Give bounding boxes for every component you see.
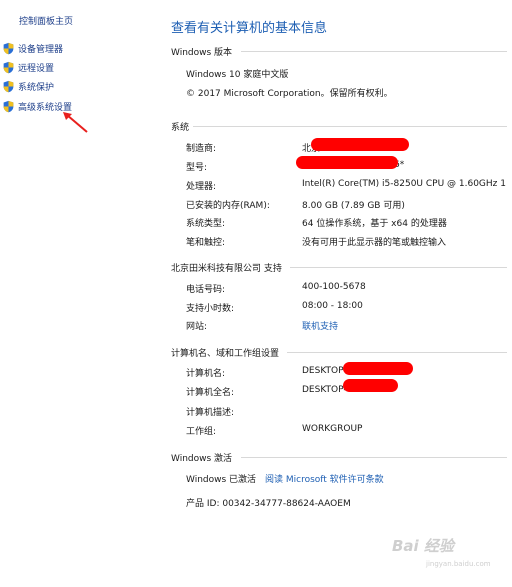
redaction-mark: [296, 156, 398, 169]
section-heading-activation: Windows 激活: [171, 454, 233, 464]
redaction-mark: [311, 138, 409, 151]
pen-touch-value: 没有可用于此显示器的笔或触控输入: [302, 238, 447, 248]
workgroup-label: 工作组:: [186, 427, 217, 437]
section-divider: [193, 126, 507, 127]
section-divider: [241, 51, 507, 52]
sidebar-item-remote-settings[interactable]: 远程设置: [2, 60, 54, 74]
windows-edition-text: Windows 10 家庭中文版: [186, 70, 289, 80]
computer-name-value: DESKTOP: [302, 366, 344, 376]
manufacturer-label: 制造商:: [186, 144, 217, 154]
processor-value: Intel(R) Core(TM) i5-8250U CPU @ 1.60GHz…: [302, 179, 506, 189]
support-hours-label: 支持小时数:: [186, 304, 235, 314]
online-support-link[interactable]: 联机支持: [302, 319, 338, 332]
section-divider: [290, 267, 507, 268]
section-heading-computer-name: 计算机名、域和工作组设置: [171, 349, 280, 359]
baidu-watermark-url: jingyan.baidu.com: [426, 560, 491, 568]
sidebar-item-label: 远程设置: [18, 63, 55, 74]
support-hours-value: 08:00 - 18:00: [302, 301, 363, 311]
phone-label: 电话号码:: [186, 285, 226, 295]
baidu-watermark: Bai 经验: [392, 537, 454, 555]
shield-icon: [3, 61, 14, 73]
section-divider: [287, 352, 507, 353]
computer-name-label: 计算机名:: [186, 369, 226, 379]
sidebar-item-label: 系统保护: [18, 82, 55, 93]
license-terms-link[interactable]: 阅读 Microsoft 软件许可条款: [265, 472, 384, 485]
workgroup-value: WORKGROUP: [302, 424, 363, 434]
phone-value: 400-100-5678: [302, 282, 366, 292]
control-panel-home-link[interactable]: 控制面板主页: [19, 14, 73, 27]
shield-icon: [3, 80, 14, 92]
section-heading-support: 北京田米科技有限公司 支持: [171, 264, 282, 274]
computer-description-label: 计算机描述:: [186, 408, 235, 418]
website-label: 网站:: [186, 322, 208, 332]
section-divider: [241, 457, 507, 458]
activation-status: Windows 已激活: [186, 475, 257, 485]
annotation-arrow-icon: [63, 112, 88, 133]
sidebar-item-device-manager[interactable]: 设备管理器: [2, 41, 63, 55]
section-heading-windows-edition: Windows 版本: [171, 48, 233, 58]
model-label: 型号:: [186, 163, 208, 173]
shield-icon: [3, 100, 14, 112]
redaction-mark: [343, 379, 398, 392]
copyright-text: © 2017 Microsoft Corporation。保留所有权利。: [186, 89, 393, 99]
pen-touch-label: 笔和触控:: [186, 238, 226, 248]
redaction-mark: [343, 362, 413, 375]
ram-value: 8.00 GB (7.89 GB 可用): [302, 201, 405, 211]
sidebar-item-system-protection[interactable]: 系统保护: [2, 79, 54, 93]
shield-icon: [3, 42, 14, 54]
sidebar-item-label: 设备管理器: [18, 44, 64, 55]
page-title: 查看有关计算机的基本信息: [171, 21, 328, 36]
processor-label: 处理器:: [186, 182, 217, 192]
product-id: 产品 ID: 00342-34777-88624-AAOEM: [186, 499, 351, 509]
system-type-value: 64 位操作系统，基于 x64 的处理器: [302, 219, 447, 229]
full-computer-name-label: 计算机全名:: [186, 388, 235, 398]
system-type-label: 系统类型:: [186, 219, 226, 229]
section-heading-system: 系统: [171, 123, 190, 133]
ram-label: 已安装的内存(RAM):: [186, 201, 270, 211]
